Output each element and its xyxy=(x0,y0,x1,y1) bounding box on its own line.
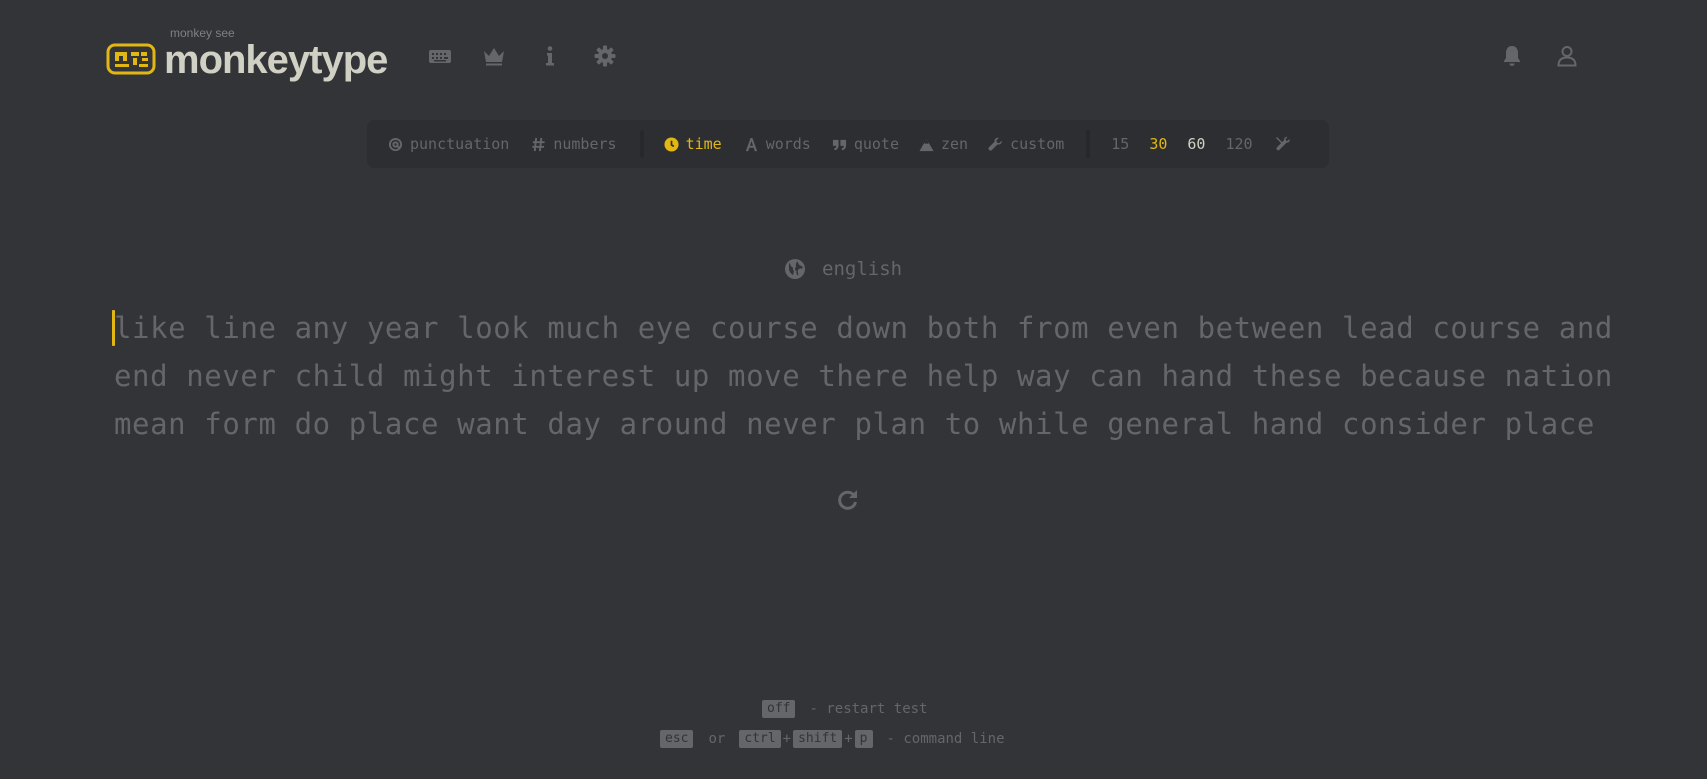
mode-words-label: words xyxy=(765,135,811,153)
key-ctrl: ctrl xyxy=(739,730,781,748)
key-shift: shift xyxy=(793,730,843,748)
punctuation-label: punctuation xyxy=(410,135,510,153)
config-separator xyxy=(639,130,644,158)
command-line-hint-text: - command line xyxy=(886,731,1005,747)
word-line: like line any year look much eye course … xyxy=(114,311,1613,345)
numbers-toggle[interactable]: numbers xyxy=(531,135,617,153)
word-line: end never child might interest up move t… xyxy=(114,359,1613,393)
language-selector[interactable]: english xyxy=(784,258,902,280)
numbers-label: numbers xyxy=(553,135,617,153)
word-line: mean form do place want day around never… xyxy=(114,407,1595,441)
key-off: off xyxy=(762,700,796,718)
gear-icon[interactable] xyxy=(593,44,617,68)
wrench-icon xyxy=(988,137,1002,151)
mode-quote[interactable]: quote xyxy=(832,135,899,153)
keyboard-icon[interactable] xyxy=(428,44,452,68)
page: monkey see monkeytype punctuation number… xyxy=(0,0,1707,779)
mountain-icon xyxy=(919,138,934,151)
restart-icon[interactable] xyxy=(836,487,860,511)
at-icon xyxy=(388,137,403,151)
mode-words[interactable]: words xyxy=(744,135,811,153)
duration-option[interactable]: 15 xyxy=(1111,135,1129,153)
info-icon[interactable] xyxy=(538,44,562,68)
command-line-hint: esc or ctrl + shift + p - command line xyxy=(660,730,1005,748)
duration-option[interactable]: 120 xyxy=(1225,135,1252,153)
language-label: english xyxy=(822,258,903,280)
user-icon[interactable] xyxy=(1555,44,1579,68)
key-p: p xyxy=(854,730,873,748)
logo-subtitle: monkey see xyxy=(170,26,235,40)
bell-icon[interactable] xyxy=(1500,44,1524,68)
config-separator xyxy=(1086,130,1091,158)
mode-time-label: time xyxy=(685,135,722,153)
mode-quote-label: quote xyxy=(853,135,899,153)
plus-text: + xyxy=(844,731,853,747)
mode-zen[interactable]: zen xyxy=(919,135,968,153)
mode-zen-label: zen xyxy=(941,135,969,153)
punctuation-toggle[interactable]: punctuation xyxy=(388,135,509,153)
logo[interactable]: monkey see monkeytype xyxy=(106,26,388,90)
font-icon xyxy=(745,137,757,151)
crown-icon[interactable] xyxy=(482,44,506,68)
restart-hint: off - restart test xyxy=(762,700,928,718)
mode-custom-label: custom xyxy=(1010,135,1065,153)
tools-icon[interactable] xyxy=(1275,136,1291,152)
or-text: or xyxy=(708,731,726,747)
key-esc: esc xyxy=(660,730,694,748)
duration-option-selected[interactable]: 60 xyxy=(1187,135,1205,153)
logo-keyboard-icon xyxy=(106,43,156,75)
globe-icon xyxy=(785,259,805,279)
words-area[interactable]: like line any year look much eye course … xyxy=(114,304,1613,448)
hash-icon xyxy=(532,137,545,151)
duration-option[interactable]: 30 xyxy=(1149,135,1167,153)
restart-hint-text: - restart test xyxy=(809,701,928,717)
test-config-bar: punctuation numbers time words quote zen… xyxy=(367,120,1329,168)
plus-text: + xyxy=(782,731,792,747)
mode-time[interactable]: time xyxy=(664,135,722,153)
quote-left-icon xyxy=(832,139,846,150)
mode-custom[interactable]: custom xyxy=(988,135,1064,153)
clock-icon xyxy=(664,136,679,152)
